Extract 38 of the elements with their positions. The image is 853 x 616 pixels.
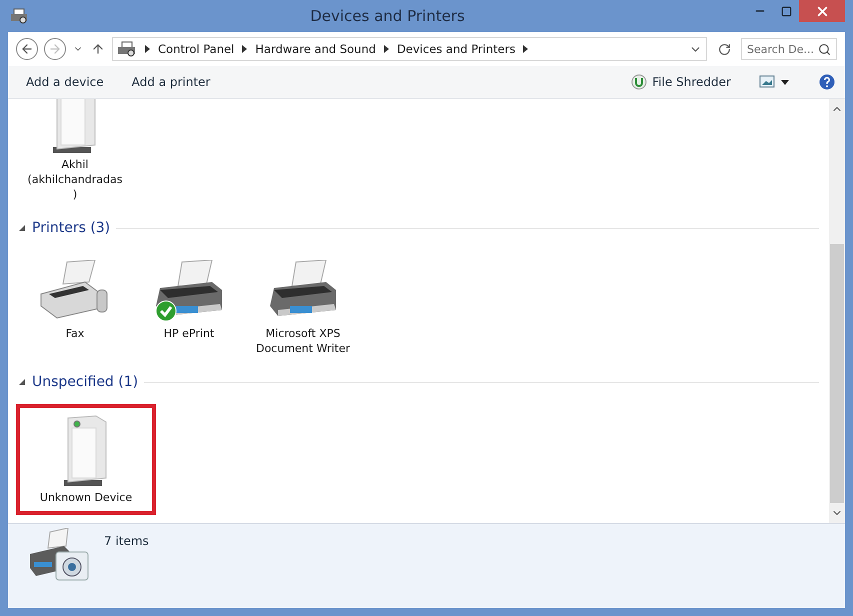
printer-icon (10, 8, 28, 24)
item-count: 7 items (104, 534, 149, 548)
chevron-right-icon[interactable] (523, 45, 528, 53)
breadcrumb[interactable]: Devices and Printers (396, 42, 516, 56)
device-label[interactable]: Microsoft XPS Document Writer (256, 326, 350, 356)
refresh-icon (718, 42, 730, 56)
breadcrumb[interactable]: Control Panel (158, 42, 234, 56)
group-header[interactable]: Printers (3) (32, 220, 110, 236)
group-header[interactable]: Unspecified (1) (32, 374, 138, 390)
collapse-triangle-icon[interactable] (18, 378, 26, 386)
device-label[interactable]: Unknown Device (40, 490, 132, 505)
printer-icon (117, 41, 137, 57)
maximize-icon (780, 6, 792, 16)
close-button[interactable] (799, 0, 845, 22)
letter-u-icon (631, 74, 648, 90)
breadcrumb[interactable]: Hardware and Sound (255, 42, 376, 56)
up-arrow-icon (91, 42, 105, 56)
back-button[interactable] (16, 38, 38, 60)
highlighted-device[interactable]: Unknown Device (16, 404, 156, 515)
command-button[interactable]: Add a printer (132, 75, 210, 89)
collapse-triangle-icon[interactable] (18, 224, 26, 232)
forward-button[interactable] (44, 38, 66, 60)
scrollbar[interactable] (829, 99, 845, 523)
device-label[interactable]: Fax (66, 326, 84, 341)
help-icon[interactable] (819, 74, 835, 90)
device-label[interactable]: Akhil (akhilchandradas ) (28, 157, 122, 202)
address-bar[interactable]: Control Panel Hardware and Sound Devices and Printers (112, 37, 707, 61)
file-shredder-button[interactable]: File Shredder (631, 74, 731, 90)
device-label[interactable]: HP ePrint (164, 326, 214, 341)
chevron-right-icon[interactable] (145, 45, 150, 53)
view-options-icon[interactable] (759, 75, 791, 89)
search-icon (818, 42, 831, 56)
chevron-right-icon[interactable] (384, 45, 389, 53)
search-field[interactable]: Search De... (741, 38, 837, 60)
window-title: Devices and Printers (309, 7, 466, 25)
chevron-right-icon[interactable] (242, 45, 248, 53)
command-button[interactable]: Add a device (26, 75, 104, 89)
forward-arrow-icon (48, 42, 62, 56)
